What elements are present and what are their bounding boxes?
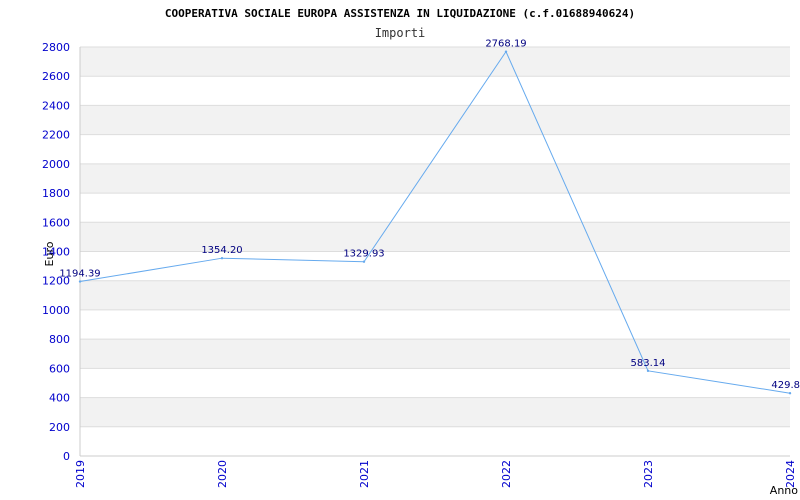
data-point <box>504 50 508 53</box>
y-tick-label: 1800 <box>42 187 70 200</box>
background-band <box>80 339 790 369</box>
data-labels: 1194.39 1354.20 1329.93 2768.19 583.14 429.8 <box>59 39 800 392</box>
x-tick-label: 2022 <box>500 460 513 488</box>
x-tick-labels: 2019 2020 2021 2022 2023 2024 <box>74 460 797 488</box>
chart-subtitle: Importi <box>375 26 426 40</box>
background-bands <box>80 47 790 427</box>
data-label: 2768.19 <box>485 39 526 50</box>
line-chart: 0200400600800100012001400160018002000220… <box>42 7 800 497</box>
y-tick-label: 1600 <box>42 216 70 229</box>
background-band <box>80 280 790 310</box>
data-label: 1354.20 <box>201 245 242 256</box>
data-label: 429.8 <box>771 380 800 391</box>
y-tick-label: 2600 <box>42 70 70 83</box>
y-tick-label: 2800 <box>42 41 70 54</box>
background-band <box>80 163 790 194</box>
data-point <box>788 392 792 395</box>
x-tick-label: 2023 <box>642 460 655 488</box>
data-label: 1194.39 <box>59 269 100 280</box>
background-band <box>80 222 790 252</box>
x-tick-label: 2021 <box>358 460 371 488</box>
data-label: 583.14 <box>631 358 666 369</box>
x-tick-label: 2019 <box>74 460 87 488</box>
chart-title: COOPERATIVA SOCIALE EUROPA ASSISTENZA IN… <box>165 7 635 20</box>
background-band <box>80 47 790 77</box>
y-tick-label: 400 <box>49 392 70 405</box>
y-tick-label: 600 <box>49 362 70 375</box>
data-point <box>362 260 366 263</box>
data-point <box>220 256 224 260</box>
y-tick-label: 200 <box>49 421 70 434</box>
data-point <box>646 369 650 373</box>
y-tick-label: 800 <box>49 333 70 346</box>
data-label: 1329.93 <box>343 249 384 260</box>
y-tick-label: 2000 <box>42 158 70 171</box>
y-tick-label: 2400 <box>42 99 70 112</box>
data-point <box>78 280 82 283</box>
y-tick-label: 0 <box>63 450 70 463</box>
y-tick-label: 2200 <box>42 129 70 142</box>
y-tick-label: 1000 <box>42 304 70 317</box>
x-axis-label: Anno <box>770 484 798 497</box>
background-band <box>80 397 790 427</box>
x-tick-label: 2020 <box>216 460 229 488</box>
background-band <box>80 105 790 135</box>
y-axis-label: Euro <box>43 241 56 266</box>
